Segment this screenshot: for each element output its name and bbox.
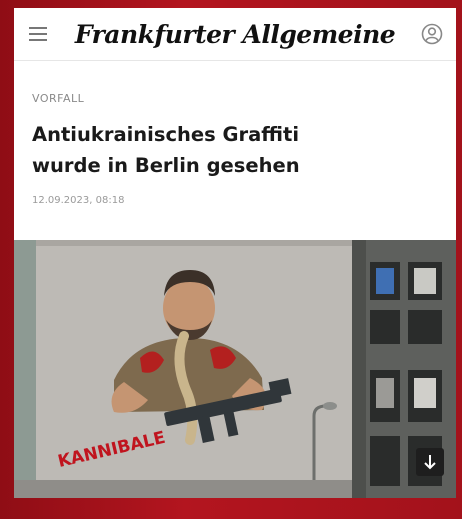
article-dateline: 12.09.2023, 08:18 — [32, 195, 125, 206]
graffiti-photo: KANNIBALE — [14, 240, 456, 498]
article-image[interactable]: KANNIBALE — [14, 240, 456, 498]
arrow-down-icon — [424, 455, 436, 470]
account-button[interactable] — [418, 20, 446, 48]
headline-line-2: wurde in Berlin gesehen — [32, 154, 300, 177]
top-bar: Frankfurter Allgemeine — [14, 8, 456, 61]
phone-screen: Frankfurter Allgemeine VORFALL Antiukrai… — [14, 8, 456, 498]
scroll-down-button[interactable] — [416, 448, 444, 476]
headline-line-1: Antiukrainisches Graffiti — [32, 123, 300, 146]
article-headline[interactable]: Antiukrainisches Graffiti wurde in Berli… — [32, 119, 438, 181]
user-icon — [421, 23, 443, 45]
site-logo[interactable]: Frankfurter Allgemeine — [75, 20, 396, 49]
menu-button[interactable] — [24, 20, 52, 48]
hamburger-icon — [29, 27, 47, 41]
article-header: VORFALL Antiukrainisches Graffiti wurde … — [32, 92, 438, 206]
article-kicker: VORFALL — [32, 92, 85, 105]
